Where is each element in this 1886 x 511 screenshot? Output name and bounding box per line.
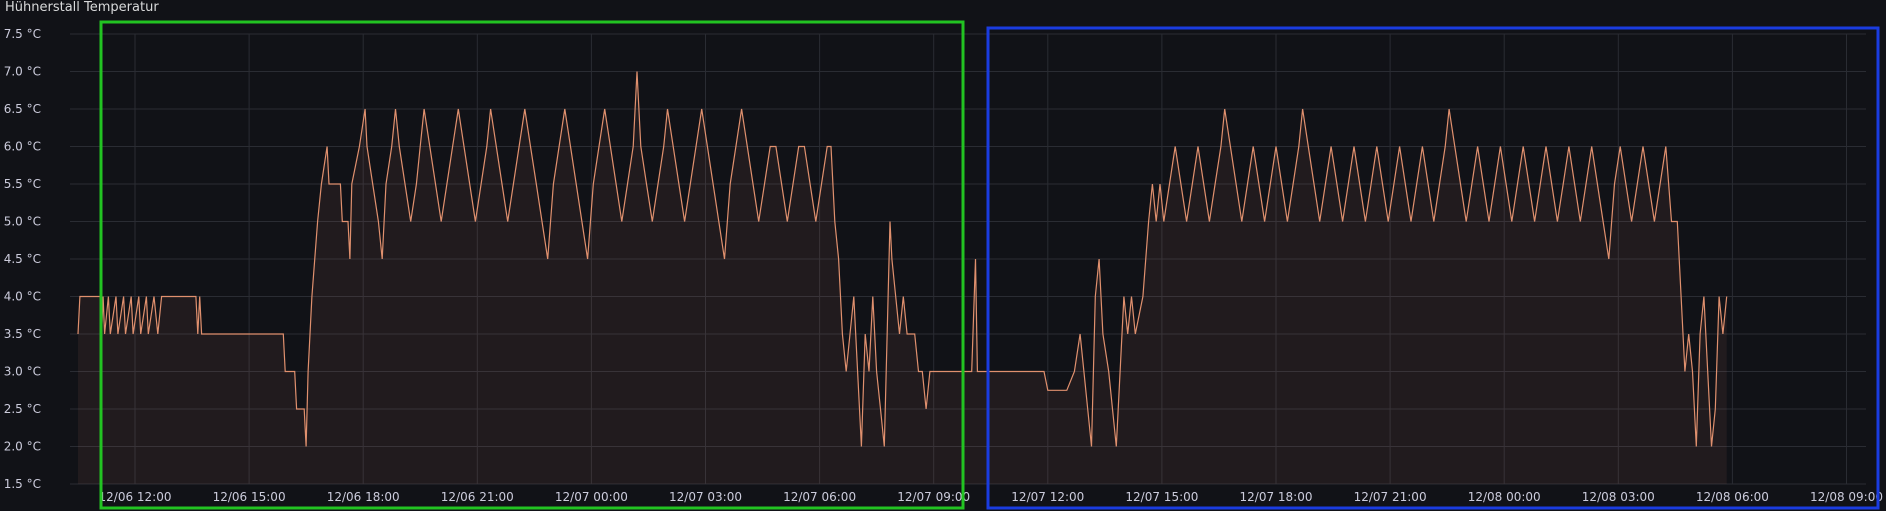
- y-tick-label: 5.0 °C: [4, 215, 41, 229]
- x-tick-label: 12/08 03:00: [1582, 490, 1655, 504]
- y-tick-label: 2.0 °C: [4, 440, 41, 454]
- x-tick-label: 12/08 06:00: [1696, 490, 1769, 504]
- x-tick-label: 12/06 18:00: [327, 490, 400, 504]
- x-tick-label: 12/07 06:00: [783, 490, 856, 504]
- x-tick-label: 12/07 21:00: [1354, 490, 1427, 504]
- y-tick-label: 4.0 °C: [4, 290, 41, 304]
- y-tick-label: 7.0 °C: [4, 65, 41, 79]
- y-tick-label: 3.0 °C: [4, 365, 41, 379]
- temperature-line-chart: 1.5 °C 2.0 °C 2.5 °C 3.0 °C 3.5 °C 4.0 °C 4.5 …: [4, 20, 1883, 510]
- y-tick-label: 6.0 °C: [4, 140, 41, 154]
- y-tick-label: 1.5 °C: [4, 477, 41, 491]
- y-tick-label: 4.5 °C: [4, 252, 41, 266]
- x-tick-label: 12/07 18:00: [1240, 490, 1313, 504]
- x-tick-label: 12/07 15:00: [1125, 490, 1198, 504]
- x-tick-label: 12/08 09:00: [1810, 490, 1883, 504]
- y-tick-label: 3.5 °C: [4, 327, 41, 341]
- x-tick-label: 12/07 03:00: [669, 490, 742, 504]
- y-tick-label: 2.5 °C: [4, 402, 41, 416]
- chart-panel: Hühnerstall Temperatur 1.5 °C 2.0 °C 2.5 °…: [0, 0, 1886, 511]
- x-tick-label: 12/06 15:00: [213, 490, 286, 504]
- y-tick-label: 7.5 °C: [4, 27, 41, 41]
- series-area: [78, 71, 1727, 484]
- x-tick-label: 12/08 00:00: [1468, 490, 1541, 504]
- x-tick-label: 12/07 12:00: [1011, 490, 1084, 504]
- x-tick-label: 12/07 00:00: [555, 490, 628, 504]
- x-tick-label: 12/06 12:00: [99, 490, 172, 504]
- y-tick-label: 5.5 °C: [4, 177, 41, 191]
- x-tick-label: 12/06 21:00: [441, 490, 514, 504]
- x-tick-label: 12/07 09:00: [897, 490, 970, 504]
- y-tick-label: 6.5 °C: [4, 102, 41, 116]
